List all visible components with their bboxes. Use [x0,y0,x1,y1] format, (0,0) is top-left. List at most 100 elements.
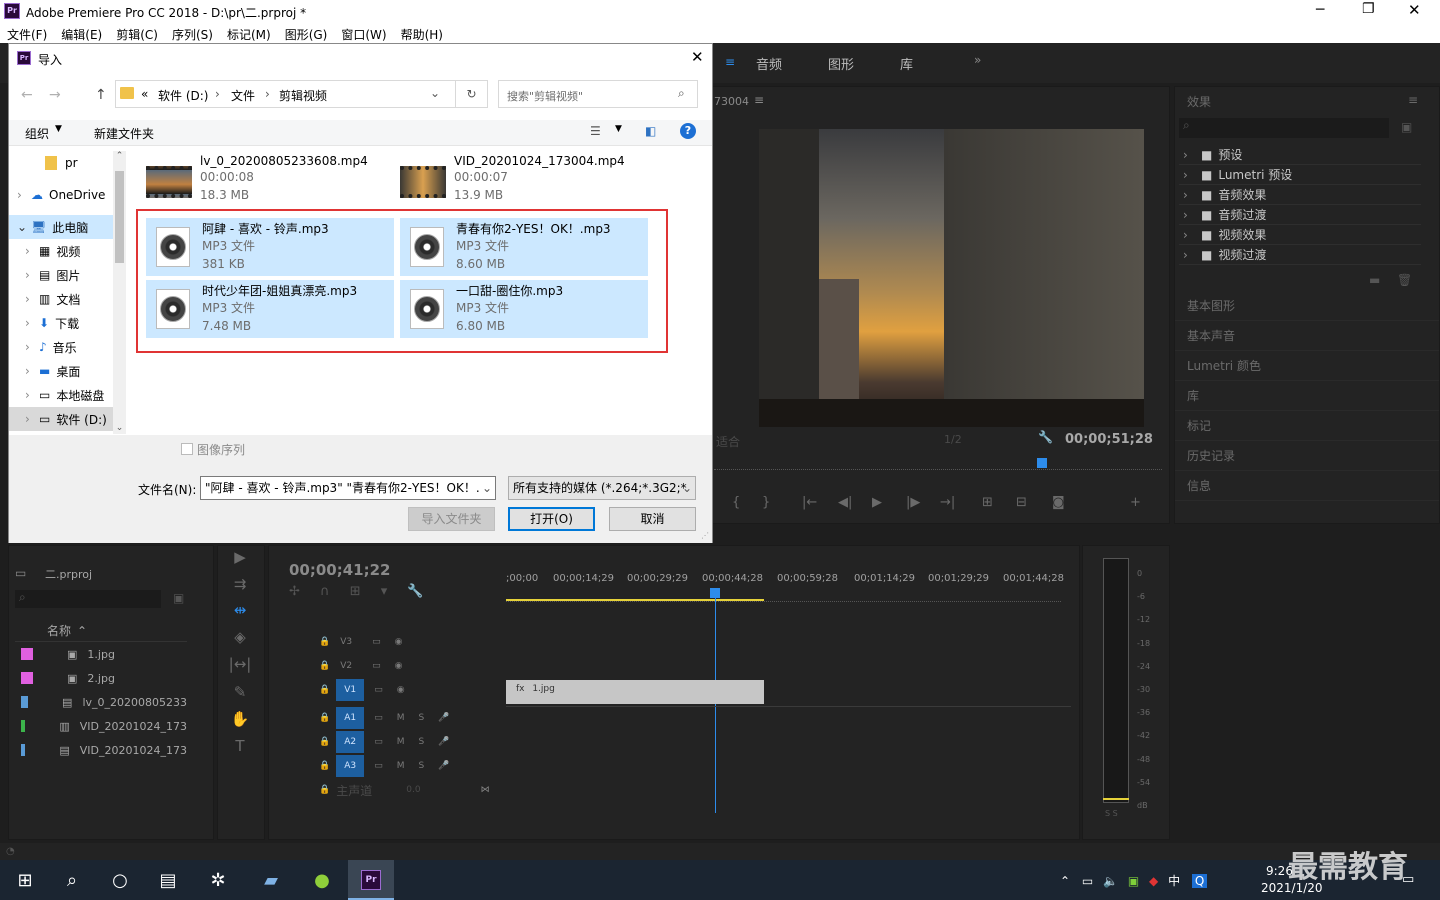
playhead-icon[interactable] [710,588,720,598]
qq-icon[interactable]: Q [1191,874,1208,888]
nav-item-pr[interactable]: pr [9,151,126,175]
program-timecode[interactable]: 00;00;51;28 [1065,432,1153,447]
image-sequence-checkbox[interactable] [181,443,193,455]
menu-sequence[interactable]: 序列(S) [172,26,213,43]
back-arrow-icon[interactable]: ← [21,87,33,103]
tab-audio[interactable]: 音频 [756,54,782,73]
volume-icon[interactable]: 🔈 [1103,874,1118,888]
filename-input[interactable]: "阿肆 - 喜欢 - 铃声.mp3" "青春有你2-YES！OK！. ⌄ [200,476,496,500]
time-ruler[interactable]: ;00;00 00;00;14;29 00;00;29;29 00;00;44;… [506,573,1066,587]
show-hidden-icons-icon[interactable]: ⌃ [1060,874,1070,888]
effects-item-audio-effects[interactable]: › ■ 音频效果 [1179,185,1421,205]
cortana-icon[interactable]: ○ [108,870,132,891]
mark-in-icon[interactable]: { [732,495,740,510]
breadcrumb-overflow[interactable]: « [141,87,148,101]
forward-arrow-icon[interactable]: → [49,87,61,103]
wrench-icon[interactable]: 🔧 [1038,430,1053,444]
panel-info[interactable]: 信息 [1175,471,1439,501]
breadcrumb-drive[interactable]: 软件 (D:) [158,87,208,104]
ripple-edit-tool-icon[interactable]: ⇹ [228,601,252,619]
dialog-close-icon[interactable]: ✕ [691,48,704,66]
chevron-down-icon[interactable]: ⌄ [482,477,492,499]
track-a2[interactable]: 🔒 A2 ▭ M S 🎤 [269,730,506,754]
dropdown-arrow-icon[interactable]: ▼ [55,124,62,134]
type-tool-icon[interactable]: T [228,737,252,755]
playhead-marker-icon[interactable] [1037,458,1047,468]
menu-help[interactable]: 帮助(H) [401,26,443,43]
track-select-tool-icon[interactable]: ⇉ [228,575,252,593]
extract-icon[interactable]: ⊟ [1016,495,1027,510]
track-v2[interactable]: 🔒 V2 ▭ ◉ [269,654,506,678]
list-item[interactable]: ▥ VID_20201024_173 [15,714,187,738]
effects-item-lumetri-presets[interactable]: › ■ Lumetri 预设 [1179,165,1421,185]
nav-item-documents[interactable]: › ▥ 文档 [9,287,126,311]
mark-out-icon[interactable]: } [762,495,770,510]
new-folder-button[interactable]: 新建文件夹 [94,125,154,142]
resize-grip-icon[interactable]: ⋰ [701,531,709,540]
scroll-up-icon[interactable]: ⌃ [113,151,126,161]
timeline-clip[interactable]: fx 1.jpg [506,680,764,704]
nav-item-desktop[interactable]: › ▬ 桌面 [9,359,126,383]
view-options-icon[interactable]: ☰ [590,124,601,138]
close-icon[interactable]: ✕ [1408,1,1421,19]
import-folder-button[interactable]: 导入文件夹 [408,507,495,531]
app-pinwheel-icon[interactable]: ✲ [206,870,230,891]
open-button[interactable]: 打开(O) [508,507,595,531]
effects-item-audio-transitions[interactable]: › ■ 音频过渡 [1179,205,1421,225]
refresh-icon[interactable]: ↻ [455,80,488,108]
slip-tool-icon[interactable]: |↔| [228,655,252,673]
effects-item-presets[interactable]: › ■ 预设 [1179,145,1421,165]
list-item[interactable]: ▤ lv_0_20200805233 [15,690,187,714]
effects-search-input[interactable]: ⌕ [1179,118,1389,138]
go-to-in-icon[interactable]: |← [802,495,817,510]
add-marker-icon[interactable]: ⊞ [350,584,361,599]
panel-libraries[interactable]: 库 [1175,381,1439,411]
selection-tool-icon[interactable]: ▶ [228,548,252,566]
panel-history[interactable]: 历史记录 [1175,441,1439,471]
effects-item-video-effects[interactable]: › ■ 视频效果 [1179,225,1421,245]
network-icon[interactable]: ▭ [1082,874,1093,888]
up-arrow-icon[interactable]: ↑ [95,87,107,103]
list-item[interactable]: ▣ 2.jpg [15,666,187,690]
program-ruler[interactable] [714,462,1162,470]
tab-libraries[interactable]: 库 [900,54,913,73]
snap-icon[interactable]: ✢ [289,584,300,599]
nav-item-music[interactable]: › ♪ 音乐 [9,335,126,359]
menu-marker[interactable]: 标记(M) [227,26,271,43]
track-a3[interactable]: 🔒 A3 ▭ M S 🎤 [269,754,506,778]
marker-icon[interactable]: ▾ [381,584,388,599]
panel-essential-graphics[interactable]: 基本图形 [1175,291,1439,321]
address-bar[interactable]: « 软件 (D:) › 文件 › 剪辑视频 ⌄ [115,80,488,108]
windows-start-icon[interactable]: ⊞ [13,870,37,891]
scroll-down-icon[interactable]: ⌄ [113,423,126,433]
panel-essential-sound[interactable]: 基本声音 [1175,321,1439,351]
step-back-icon[interactable]: ◀| [838,495,852,510]
hand-tool-icon[interactable]: ✋ [228,710,252,728]
go-to-out-icon[interactable]: →| [940,495,955,510]
razor-tool-icon[interactable]: ◈ [228,628,252,646]
nav-item-pictures[interactable]: › ▤ 图片 [9,263,126,287]
column-header[interactable]: 名称 ⌃ [15,622,187,642]
nav-item-drive-d[interactable]: › ▭ 软件 (D:) [9,407,126,431]
add-button-icon[interactable]: + [1130,495,1141,510]
more-workspaces-icon[interactable]: » [974,53,981,67]
cancel-button[interactable]: 取消 [609,507,696,531]
help-icon[interactable]: ? [680,123,696,139]
search-icon[interactable]: ⌕ [60,870,84,891]
menu-edit[interactable]: 编辑(E) [61,26,102,43]
nvidia-icon[interactable]: ▣ [1128,874,1139,888]
resolution-dropdown[interactable]: 1/2 [944,433,962,446]
nav-item-onedrive[interactable]: › ☁ OneDrive [9,183,126,207]
menu-window[interactable]: 窗口(W) [341,26,386,43]
panel-markers[interactable]: 标记 [1175,411,1439,441]
timeline-timecode[interactable]: 00;00;41;22 [289,561,391,579]
panel-menu-icon[interactable]: ≡ [754,93,764,107]
track-v3[interactable]: 🔒 V3 ▭ ◉ [269,630,506,654]
preview-pane-icon[interactable]: ◧ [645,124,656,138]
file-type-select[interactable]: 所有支持的媒体 (*.264;*.3G2;* ⌄ [508,476,696,500]
panel-lumetri-color[interactable]: Lumetri 颜色 [1175,351,1439,381]
fit-dropdown[interactable]: 适合 [716,433,740,450]
minimize-icon[interactable]: ─ [1316,2,1324,18]
lift-icon[interactable]: ⊞ [982,495,993,510]
step-forward-icon[interactable]: |▶ [906,495,920,510]
